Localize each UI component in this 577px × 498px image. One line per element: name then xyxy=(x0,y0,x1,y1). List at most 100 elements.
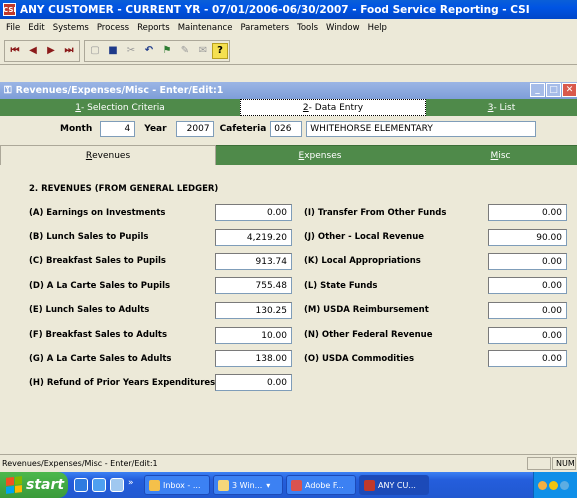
task-adobe[interactable]: Adobe F... xyxy=(286,475,356,495)
field-label: (H) Refund of Prior Years Expenditures xyxy=(29,378,216,388)
minimize-icon[interactable]: _ xyxy=(530,83,545,97)
quick-launch: » xyxy=(68,478,144,492)
menu-process[interactable]: Process xyxy=(93,23,133,33)
app-icon: CSI xyxy=(3,3,16,16)
help-icon[interactable]: ? xyxy=(212,42,228,59)
email-icon[interactable] xyxy=(92,478,106,492)
folder-icon xyxy=(218,479,229,491)
menu-edit[interactable]: Edit xyxy=(24,23,48,33)
new-icon[interactable]: ▢ xyxy=(86,42,104,60)
lunch-sales-pupils-input[interactable] xyxy=(215,229,292,246)
field-label: (D) A La Carte Sales to Pupils xyxy=(29,281,171,291)
menu-file[interactable]: File xyxy=(2,23,24,33)
child-window-title-bar[interactable]: ⚿ Revenues/Expenses/Misc - Enter/Edit:1 … xyxy=(0,82,577,99)
tray-icon[interactable] xyxy=(538,480,547,490)
year-field[interactable]: 2007 xyxy=(175,120,214,137)
field-label: (B) Lunch Sales to Pupils xyxy=(29,232,149,242)
last-record-icon[interactable]: ⏭ xyxy=(60,42,78,60)
desktop-icon[interactable] xyxy=(110,478,124,492)
tab-misc[interactable]: Misc xyxy=(424,145,577,165)
field-label: (O) USDA Commodities xyxy=(304,354,415,364)
edit-group: ▢ ■ ✂ ↶ ⚑ ✎ ✉ ? xyxy=(84,39,230,62)
a-la-carte-sales-adults-input[interactable] xyxy=(215,350,292,367)
browser-icon[interactable] xyxy=(74,478,88,492)
tab-revenues[interactable]: Revenues xyxy=(0,145,216,165)
a-la-carte-sales-pupils-input[interactable] xyxy=(215,277,292,294)
cafeteria-label: Cafeteria xyxy=(219,123,267,134)
local-appropriations-input[interactable] xyxy=(488,253,567,270)
save-icon[interactable]: ■ xyxy=(104,42,122,60)
field-label: (A) Earnings on Investments xyxy=(29,208,166,218)
usda-reimbursement-input[interactable] xyxy=(488,302,567,319)
menu-reports[interactable]: Reports xyxy=(133,23,174,33)
field-label: (I) Transfer From Other Funds xyxy=(304,208,447,218)
month-field[interactable]: 4 xyxy=(100,120,136,137)
start-button[interactable]: start xyxy=(0,472,68,498)
tab-list[interactable]: 3 - List xyxy=(426,99,577,116)
breakfast-sales-adults-input[interactable] xyxy=(215,327,292,344)
lunch-sales-adults-input[interactable] xyxy=(215,302,292,319)
undo-icon[interactable]: ↶ xyxy=(140,42,158,60)
next-record-icon[interactable]: ▶ xyxy=(42,42,60,60)
status-text: Revenues/Expenses/Misc - Enter/Edit:1 xyxy=(2,458,158,468)
edit-icon[interactable]: ✎ xyxy=(176,42,194,60)
field-label: (F) Breakfast Sales to Adults xyxy=(29,330,168,340)
transfer-other-funds-input[interactable] xyxy=(488,204,567,221)
csi-app-icon xyxy=(364,479,375,491)
outlook-icon xyxy=(149,479,160,491)
wizard-tabs: 1 - Selection Criteria 2 - Data Entry 3 … xyxy=(0,99,577,116)
child-window-controls: _ □ ✕ xyxy=(530,83,577,97)
tab-data-entry[interactable]: 2 - Data Entry xyxy=(240,99,426,116)
tab-selection-criteria[interactable]: 1 - Selection Criteria xyxy=(0,99,240,116)
task-windows-explorer[interactable]: 3 Win... ▾ xyxy=(213,475,283,495)
breakfast-sales-pupils-input[interactable] xyxy=(215,253,292,270)
toolbar: ⏮ ◀ ▶ ⏭ ▢ ■ ✂ ↶ ⚑ ✎ ✉ ? xyxy=(0,37,577,65)
first-record-icon[interactable]: ⏮ xyxy=(6,42,24,60)
menu-parameters[interactable]: Parameters xyxy=(236,23,293,33)
key-icon: ⚿ xyxy=(4,85,12,96)
other-local-revenue-input[interactable] xyxy=(488,229,567,246)
close-icon[interactable]: ✕ xyxy=(562,83,577,97)
record-header: Month 4 Year 2007 Cafeteria 026 WHITEHOR… xyxy=(0,116,577,141)
other-federal-revenue-input[interactable] xyxy=(488,327,567,344)
tab-expenses[interactable]: Expenses xyxy=(216,145,424,165)
chevron-down-icon: ▾ xyxy=(266,480,271,490)
tray-icon[interactable] xyxy=(549,480,558,490)
refund-prior-years-input[interactable] xyxy=(215,374,292,391)
task-any-customer[interactable]: ANY CU... xyxy=(359,475,429,495)
menu-help[interactable]: Help xyxy=(364,23,391,33)
section-title: 2. REVENUES (FROM GENERAL LEDGER) xyxy=(29,184,219,194)
child-window-title: Revenues/Expenses/Misc - Enter/Edit:1 xyxy=(15,85,224,96)
status-bar: Revenues/Expenses/Misc - Enter/Edit:1 NU… xyxy=(0,454,577,471)
taskbar: start » Inbox - ... 3 Win... ▾ Adobe F..… xyxy=(0,472,577,498)
filter-icon[interactable]: ⚑ xyxy=(158,42,176,60)
field-label: (K) Local Appropriations xyxy=(304,256,421,266)
menu-window[interactable]: Window xyxy=(322,23,364,33)
maximize-icon[interactable]: □ xyxy=(546,83,561,97)
chevron-right-icon[interactable]: » xyxy=(128,478,138,492)
menu-maintenance[interactable]: Maintenance xyxy=(174,23,237,33)
cafeteria-code-field[interactable]: 026 xyxy=(270,120,303,137)
cut-icon[interactable]: ✂ xyxy=(122,42,140,60)
sub-tabs: Revenues Expenses Misc xyxy=(0,145,577,165)
start-label: start xyxy=(26,477,65,493)
earnings-on-investments-input[interactable] xyxy=(215,204,292,221)
tray-icon[interactable] xyxy=(560,480,569,490)
menu-tools[interactable]: Tools xyxy=(293,23,322,33)
adobe-icon xyxy=(291,479,302,491)
attachment-icon[interactable]: ✉ xyxy=(194,42,212,60)
status-panel xyxy=(527,456,551,470)
field-label: (L) State Funds xyxy=(304,281,378,291)
app-title-bar[interactable]: CSI ANY CUSTOMER - CURRENT YR - 07/01/20… xyxy=(0,0,577,19)
field-label: (E) Lunch Sales to Adults xyxy=(29,305,150,315)
menu-systems[interactable]: Systems xyxy=(49,23,93,33)
cafeteria-name-field: WHITEHORSE ELEMENTARY xyxy=(306,120,537,137)
usda-commodities-input[interactable] xyxy=(488,350,567,367)
state-funds-input[interactable] xyxy=(488,277,567,294)
previous-record-icon[interactable]: ◀ xyxy=(24,42,42,60)
field-label: (N) Other Federal Revenue xyxy=(304,330,433,340)
task-inbox[interactable]: Inbox - ... xyxy=(144,475,210,495)
year-label: Year xyxy=(144,123,167,134)
num-lock-indicator: NUM xyxy=(552,456,576,470)
windows-logo-icon xyxy=(6,476,22,494)
